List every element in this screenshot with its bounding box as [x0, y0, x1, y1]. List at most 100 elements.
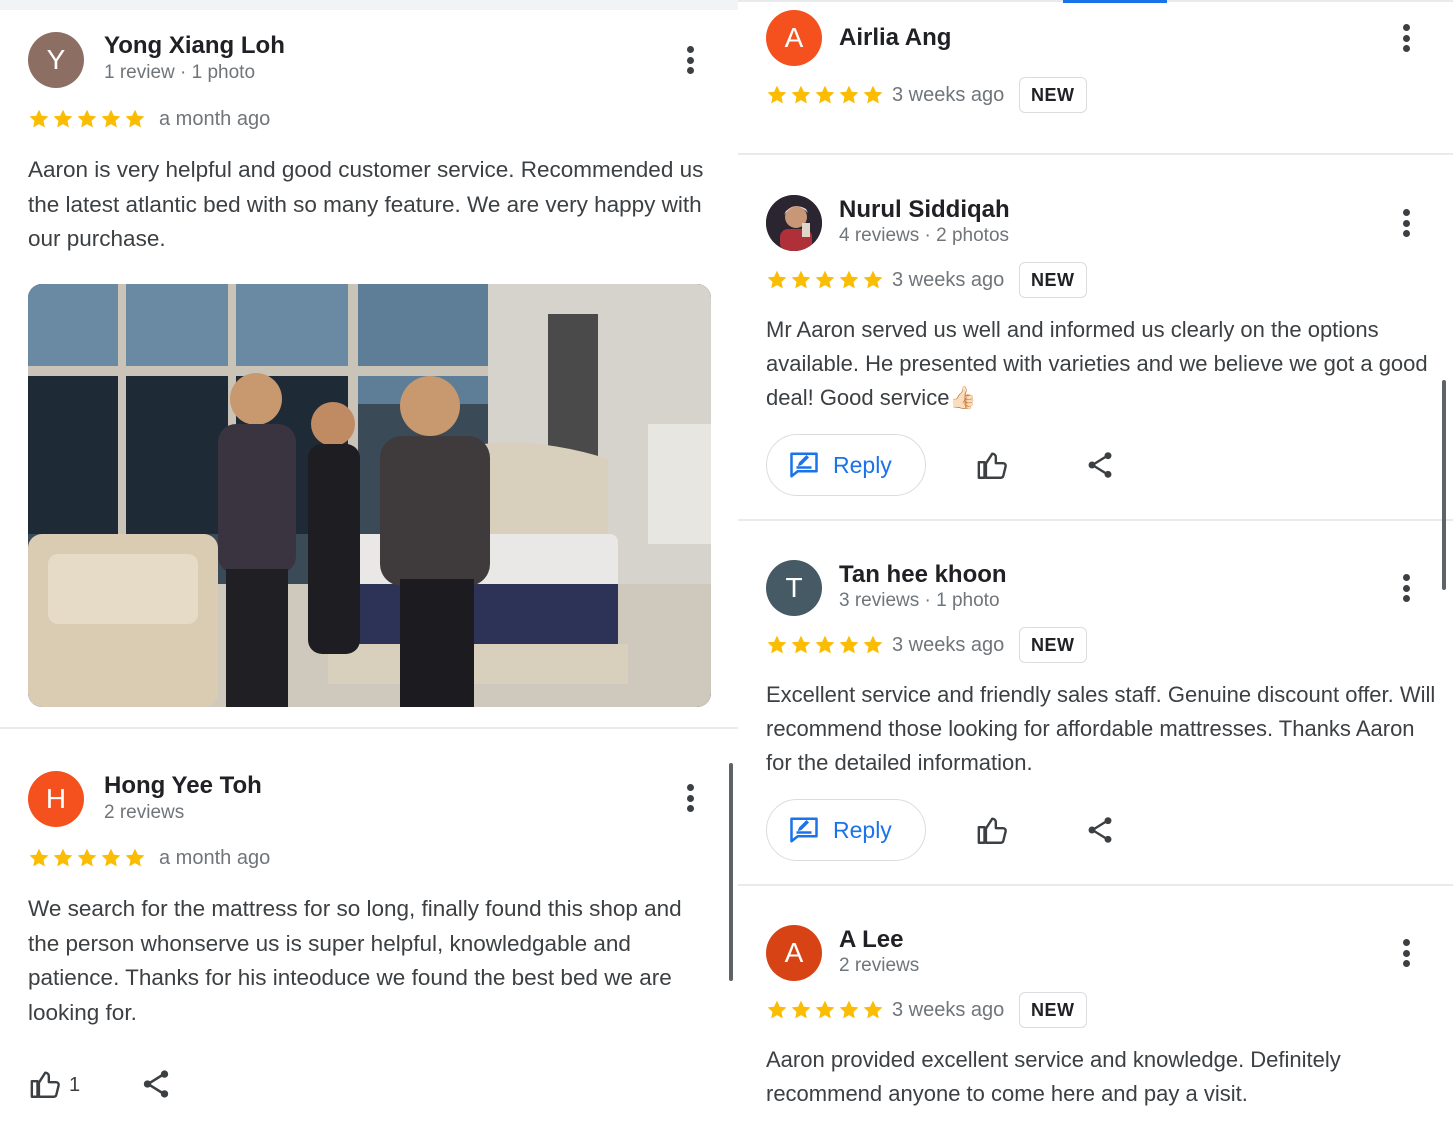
star-icon [863, 270, 883, 289]
share-icon [1088, 452, 1112, 478]
star-icon [125, 848, 145, 867]
reviewer-name[interactable]: Nurul Siddiqah [839, 196, 1010, 224]
avatar[interactable] [766, 195, 822, 251]
star-icon [53, 848, 73, 867]
review-date: a month ago [159, 847, 271, 869]
like-button[interactable] [973, 445, 1013, 485]
reply-edit-icon [790, 817, 818, 843]
star-icon [125, 109, 145, 128]
star-icon [767, 270, 787, 289]
review-text: Excellent service and friendly sales sta… [766, 682, 1436, 775]
share-icon [1088, 817, 1112, 843]
star-icon [863, 1000, 883, 1019]
new-badge: NEW [1019, 262, 1087, 298]
reply-edit-icon [790, 452, 818, 478]
star-rating [766, 269, 884, 291]
avatar[interactable]: H [28, 771, 84, 827]
star-icon [863, 635, 883, 654]
star-icon [77, 109, 97, 128]
new-badge: NEW [1019, 627, 1087, 663]
review-photo[interactable] [28, 284, 711, 707]
scrollbar[interactable] [729, 763, 733, 981]
review-divider [738, 884, 1453, 886]
review-date: 3 weeks ago [892, 84, 1005, 106]
share-button[interactable] [136, 1064, 176, 1104]
avatar[interactable]: T [766, 560, 822, 616]
star-rating [766, 999, 884, 1021]
like-button[interactable] [973, 810, 1013, 850]
review-date: 3 weeks ago [892, 999, 1005, 1021]
share-button[interactable] [1080, 445, 1120, 485]
avatar[interactable]: A [766, 10, 822, 66]
star-rating [766, 634, 884, 656]
reviewer-name[interactable]: A Lee [839, 926, 903, 954]
star-icon [839, 635, 859, 654]
star-icon [767, 85, 787, 104]
review-date: a month ago [159, 108, 271, 130]
reply-label: Reply [833, 451, 892, 478]
active-tab-indicator [1063, 0, 1167, 3]
thumbs-up-icon [30, 1071, 60, 1098]
reviewer-meta: 4 reviews · 2 photos [839, 225, 1010, 246]
left-review-panel: Y Yong Xiang Loh 1 review · 1 photo a mo… [0, 0, 738, 1125]
reply-label: Reply [833, 816, 892, 843]
review-divider [738, 153, 1453, 155]
star-icon [767, 635, 787, 654]
reviewer-name[interactable]: Tan hee khoon [839, 561, 1007, 589]
review-text: Mr Aaron served us well and informed us … [766, 317, 1428, 410]
more-options-icon[interactable] [684, 782, 696, 814]
star-icon [77, 848, 97, 867]
more-options-icon[interactable] [1400, 572, 1412, 604]
review-divider [0, 727, 738, 729]
scrollbar[interactable] [1442, 380, 1446, 590]
star-icon [815, 270, 835, 289]
reviewer-name[interactable]: Yong Xiang Loh [104, 32, 285, 60]
reply-button[interactable]: Reply [766, 799, 926, 861]
share-icon [143, 1070, 169, 1098]
reply-button[interactable]: Reply [766, 434, 926, 496]
more-options-icon[interactable] [684, 44, 696, 76]
star-rating [28, 108, 146, 130]
review-text: Aaron provided excellent service and kno… [766, 1047, 1341, 1106]
share-button[interactable] [1080, 810, 1120, 850]
top-strip [0, 0, 738, 10]
more-options-icon[interactable] [1400, 207, 1412, 239]
review-photo-people-with-bed-icon [28, 284, 711, 707]
review-divider [738, 519, 1453, 521]
profile-photo-icon [766, 195, 822, 251]
more-options-icon[interactable] [1400, 937, 1412, 969]
star-icon [815, 635, 835, 654]
reviewer-meta: 2 reviews [839, 955, 920, 976]
thumbs-up-icon [977, 817, 1007, 844]
right-review-panel: A Airlia Ang 3 weeks ago NEW Nurul Siddi… [738, 0, 1453, 1125]
review-date: 3 weeks ago [892, 634, 1005, 656]
star-rating [766, 84, 884, 106]
more-options-icon[interactable] [1400, 22, 1412, 54]
review-text: Aaron is very helpful and good customer … [28, 157, 704, 251]
reviewer-meta: 1 review · 1 photo [104, 62, 256, 83]
avatar[interactable]: Y [28, 32, 84, 88]
star-rating [28, 847, 146, 869]
reviewer-meta: 2 reviews [104, 802, 185, 823]
avatar[interactable]: A [766, 925, 822, 981]
star-icon [53, 109, 73, 128]
star-icon [29, 848, 49, 867]
like-count: 1 [69, 1074, 81, 1096]
reviewer-meta: 3 reviews · 1 photo [839, 590, 1000, 611]
star-icon [29, 109, 49, 128]
star-icon [101, 109, 121, 128]
star-icon [767, 1000, 787, 1019]
star-icon [839, 270, 859, 289]
star-icon [863, 85, 883, 104]
reviewer-name[interactable]: Airlia Ang [839, 24, 951, 52]
new-badge: NEW [1019, 992, 1087, 1028]
star-icon [839, 1000, 859, 1019]
like-button[interactable] [26, 1064, 66, 1104]
star-icon [815, 85, 835, 104]
review-date: 3 weeks ago [892, 269, 1005, 291]
star-icon [791, 635, 811, 654]
reviewer-name[interactable]: Hong Yee Toh [104, 772, 262, 800]
star-icon [815, 1000, 835, 1019]
new-badge: NEW [1019, 77, 1087, 113]
review-text: We search for the mattress for so long, … [28, 896, 682, 1025]
